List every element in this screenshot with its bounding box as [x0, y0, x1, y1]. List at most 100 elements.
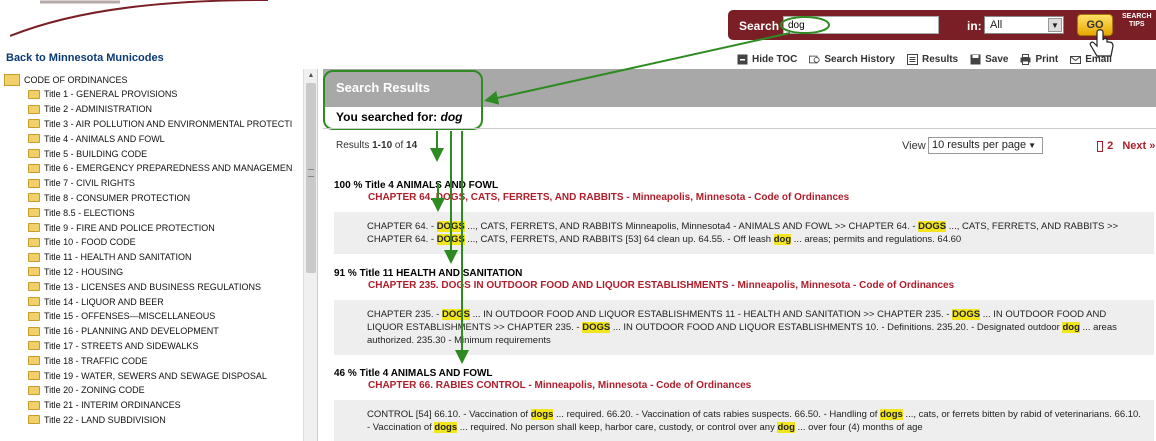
toc-item[interactable]: Title 5 - BUILDING CODE	[4, 146, 304, 161]
folder-icon	[28, 267, 40, 277]
toc-item[interactable]: Title 3 - AIR POLLUTION AND ENVIRONMENTA…	[4, 117, 304, 132]
results-button[interactable]: Results	[906, 53, 958, 65]
folder-icon	[28, 311, 40, 321]
go-button[interactable]: GO	[1077, 14, 1113, 36]
results-prefix: Results	[336, 140, 373, 151]
result-header: 91 % Title 11 HEALTH AND SANITATION	[334, 268, 1156, 280]
folder-icon	[28, 326, 40, 336]
hide-toc-button[interactable]: Hide TOC	[737, 54, 797, 65]
hide-toc-label: Hide TOC	[752, 53, 798, 65]
result-title: Title 4 ANIMALS AND FOWL	[365, 180, 499, 191]
toc-item-label: Title 18 - TRAFFIC CODE	[44, 355, 148, 366]
toc-item[interactable]: Title 8.5 - ELECTIONS	[4, 205, 304, 220]
scope-value: All	[990, 19, 1003, 31]
toc-root[interactable]: CODE OF ORDINANCES	[4, 73, 304, 87]
search-tips-line2: TIPS	[1129, 21, 1145, 28]
search-tips-link[interactable]: SEARCH TIPS	[1122, 13, 1152, 29]
search-result: 91 % Title 11 HEALTH AND SANITATION CHAPT…	[334, 268, 1156, 355]
folder-icon	[28, 178, 40, 188]
result-score: 100 %	[334, 180, 363, 191]
toc-item-label: Title 6 - EMERGENCY PREPAREDNESS AND MAN…	[44, 163, 293, 174]
folder-icon	[28, 237, 40, 247]
toc-item[interactable]: Title 18 - TRAFFIC CODE	[4, 353, 304, 368]
toc-item[interactable]: Title 14 - LIQUOR AND BEER	[4, 294, 304, 309]
toc-scrollbar[interactable]: ▲	[303, 69, 317, 441]
result-link[interactable]: CHAPTER 66. RABIES CONTROL - Minneapolis…	[334, 380, 1156, 393]
annotation-callout-box	[323, 70, 483, 130]
folder-icon	[28, 223, 40, 233]
search-history-icon	[809, 55, 820, 63]
toc-item[interactable]: Title 4 - ANIMALS AND FOWL	[4, 131, 304, 146]
scope-select[interactable]: All ▼	[984, 16, 1064, 34]
search-term-highlight: dogs	[880, 409, 903, 420]
site-logo[interactable]	[10, 0, 270, 38]
toc-item-label: Title 19 - WATER, SEWERS AND SEWAGE DISP…	[44, 370, 267, 381]
toc-item[interactable]: Title 15 - OFFENSES—MISCELLANEOUS	[4, 309, 304, 324]
toc-item[interactable]: Title 13 - LICENSES AND BUSINESS REGULAT…	[4, 279, 304, 294]
toc-item[interactable]: Title 17 - STREETS AND SIDEWALKS	[4, 339, 304, 354]
print-button[interactable]: Print	[1020, 53, 1058, 65]
scroll-thumb[interactable]	[306, 83, 316, 273]
toc-item[interactable]: Title 10 - FOOD CODE	[4, 235, 304, 250]
toc-item[interactable]: Title 21 - INTERIM ORDINANCES	[4, 398, 304, 413]
scroll-up-icon[interactable]: ▲	[304, 69, 317, 83]
view-label: View	[902, 140, 926, 152]
chevron-down-icon[interactable]: ▼	[1048, 18, 1062, 32]
search-term-highlight: dog	[777, 422, 795, 433]
toc-item[interactable]: Title 11 - HEALTH AND SANITATION	[4, 250, 304, 265]
toc-item[interactable]: Title 19 - WATER, SEWERS AND SEWAGE DISP…	[4, 368, 304, 383]
result-link[interactable]: CHAPTER 64. DOGS, CATS, FERRETS, AND RAB…	[334, 192, 1156, 205]
search-history-label: Search History	[824, 53, 895, 65]
search-result: 100 % Title 4 ANIMALS AND FOWL CHAPTER 64…	[334, 180, 1156, 254]
hide-toc-icon	[737, 54, 748, 64]
result-link[interactable]: CHAPTER 235. DOGS IN OUTDOOR FOOD AND LI…	[334, 280, 1156, 293]
toc-item[interactable]: Title 20 - ZONING CODE	[4, 383, 304, 398]
toc-item[interactable]: Title 8 - CONSUMER PROTECTION	[4, 191, 304, 206]
next-page-link[interactable]: Next »	[1122, 140, 1155, 152]
toc-item-label: Title 12 - HOUSING	[44, 266, 124, 277]
toc-item-label: Title 10 - FOOD CODE	[44, 237, 136, 248]
toc-item[interactable]: Title 6 - EMERGENCY PREPAREDNESS AND MAN…	[4, 161, 304, 176]
search-term-highlight: DOGS	[436, 221, 465, 232]
email-button[interactable]: Email	[1070, 54, 1112, 65]
divider	[323, 128, 1156, 129]
folder-icon	[28, 149, 40, 159]
toc-item-label: Title 21 - INTERIM ORDINANCES	[44, 400, 181, 411]
toc-item[interactable]: Title 22 - LAND SUBDIVISION	[4, 413, 304, 428]
result-snippet: CONTROL [54] 66.10. - Vaccination of dog…	[334, 400, 1154, 441]
folder-icon	[28, 89, 40, 99]
search-term-highlight: DOGS	[918, 221, 947, 232]
save-label: Save	[985, 53, 1009, 65]
save-button[interactable]: Save	[970, 54, 1008, 65]
result-header: 100 % Title 4 ANIMALS AND FOWL	[334, 180, 1156, 192]
toc-item[interactable]: Title 7 - CIVIL RIGHTS	[4, 176, 304, 191]
back-link[interactable]: Back to Minnesota Municodes	[6, 52, 164, 64]
result-snippet: CHAPTER 64. - DOGS ..., CATS, FERRETS, A…	[334, 212, 1154, 254]
search-term-highlight: DOGS	[952, 309, 981, 320]
search-history-button[interactable]: Search History	[809, 54, 895, 65]
toc-item[interactable]: Title 2 - ADMINISTRATION	[4, 102, 304, 117]
toc-item-label: Title 17 - STREETS AND SIDEWALKS	[44, 340, 199, 351]
search-term-highlight: DOGS	[582, 322, 611, 333]
search-term-highlight: dog	[1062, 322, 1080, 333]
page-2-link[interactable]: 2	[1107, 140, 1113, 152]
chevron-down-icon: ▼	[1028, 141, 1036, 150]
toc-item[interactable]: Title 1 - GENERAL PROVISIONS	[4, 87, 304, 102]
toc-item-label: Title 15 - OFFENSES—MISCELLANEOUS	[44, 311, 216, 322]
toc-item[interactable]: Title 16 - PLANNING AND DEVELOPMENT	[4, 324, 304, 339]
toc-item-label: Title 9 - FIRE AND POLICE PROTECTION	[44, 222, 215, 233]
toc-root-label: CODE OF ORDINANCES	[24, 75, 128, 85]
toc-item[interactable]: Title 9 - FIRE AND POLICE PROTECTION	[4, 220, 304, 235]
search-input[interactable]	[783, 16, 939, 34]
email-label: Email	[1085, 53, 1112, 65]
open-folder-icon	[4, 74, 20, 86]
search-term-highlight: DOGS	[436, 234, 465, 245]
results-list-icon	[906, 53, 918, 65]
toc-item[interactable]: Title 12 - HOUSING	[4, 265, 304, 280]
results-range: 1-10	[372, 140, 393, 151]
toc-item-label: Title 14 - LIQUOR AND BEER	[44, 296, 164, 307]
toc-item-label: Title 20 - ZONING CODE	[44, 385, 145, 396]
results-per-page-select[interactable]: 10 results per page ▼	[928, 137, 1043, 154]
folder-icon	[28, 356, 40, 366]
toc-item-label: Title 4 - ANIMALS AND FOWL	[44, 133, 165, 144]
